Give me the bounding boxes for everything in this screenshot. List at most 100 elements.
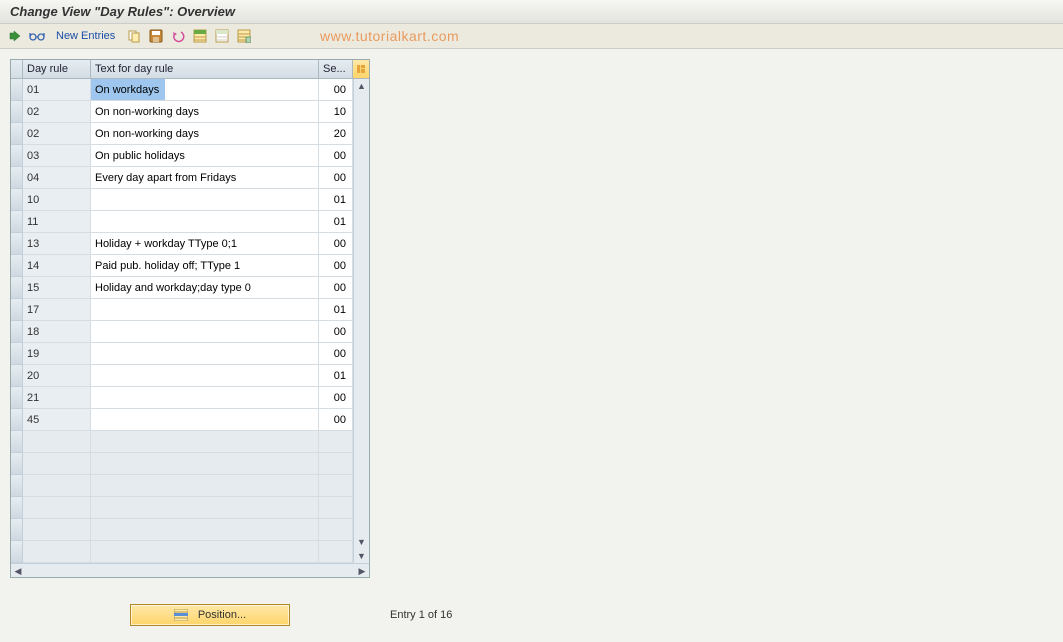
cell-day-rule[interactable] [23,475,91,497]
cell-se[interactable] [319,497,353,519]
col-header-day-rule[interactable]: Day rule [23,60,91,78]
print-icon[interactable] [235,27,253,45]
day-rule-input[interactable] [23,365,90,386]
cell-se[interactable] [319,123,353,145]
text-input[interactable] [91,299,318,320]
day-rule-input[interactable] [23,233,90,254]
text-input[interactable] [91,409,318,430]
cell-se[interactable] [319,541,353,563]
row-selector[interactable] [11,211,23,233]
row-selector[interactable] [11,475,23,497]
scroll-down-icon[interactable]: ▼ [354,535,369,549]
row-selector[interactable] [11,167,23,189]
cell-day-rule[interactable] [23,299,91,321]
text-input[interactable] [91,123,318,144]
row-selector[interactable] [11,189,23,211]
text-input[interactable] [91,167,318,188]
row-selector[interactable] [11,299,23,321]
col-header-text[interactable]: Text for day rule [91,60,319,78]
se-input[interactable] [319,299,352,320]
cell-day-rule[interactable] [23,277,91,299]
cell-se[interactable] [319,431,353,453]
day-rule-input[interactable] [23,387,90,408]
row-selector[interactable] [11,101,23,123]
text-input[interactable] [91,189,318,210]
cell-se[interactable] [319,409,353,431]
se-input[interactable] [319,167,352,188]
new-entries-button[interactable]: New Entries [56,30,115,42]
deselect-all-icon[interactable] [213,27,231,45]
glasses-icon[interactable] [28,27,46,45]
cell-se[interactable] [319,233,353,255]
text-input[interactable] [91,233,318,254]
cell-se[interactable] [319,453,353,475]
cell-se[interactable] [319,101,353,123]
cell-text[interactable] [91,343,319,365]
table-settings-icon[interactable] [353,60,369,78]
day-rule-input[interactable] [23,255,90,276]
cell-se[interactable] [319,387,353,409]
row-selector[interactable] [11,343,23,365]
cell-se[interactable] [319,475,353,497]
cell-se[interactable] [319,277,353,299]
cell-text[interactable] [91,497,319,519]
cell-text[interactable] [91,189,319,211]
cell-text[interactable] [91,431,319,453]
cell-se[interactable] [319,79,353,101]
cell-day-rule[interactable] [23,541,91,563]
se-input[interactable] [319,343,352,364]
day-rule-input[interactable] [23,123,90,144]
se-input[interactable] [319,123,352,144]
day-rule-input[interactable] [23,321,90,342]
cell-text[interactable] [91,321,319,343]
cell-text[interactable] [91,475,319,497]
row-selector[interactable] [11,277,23,299]
cell-text[interactable] [91,277,319,299]
scroll-up-icon[interactable]: ▲ [354,79,369,93]
se-input[interactable] [319,321,352,342]
text-input[interactable] [91,387,318,408]
cell-day-rule[interactable] [23,233,91,255]
undo-icon[interactable] [169,27,187,45]
text-input[interactable] [91,145,318,166]
text-input[interactable] [91,343,318,364]
cell-day-rule[interactable] [23,145,91,167]
select-all-icon[interactable] [191,27,209,45]
se-input[interactable] [319,211,352,232]
se-input[interactable] [319,233,352,254]
text-input[interactable] [91,321,318,342]
se-input[interactable] [319,387,352,408]
col-header-se[interactable]: Se... [319,60,353,78]
scroll-left-icon[interactable]: ◀ [11,564,25,578]
row-selector[interactable] [11,233,23,255]
se-input[interactable] [319,255,352,276]
cell-day-rule[interactable] [23,211,91,233]
se-input[interactable] [319,79,352,100]
se-input[interactable] [319,145,352,166]
text-input[interactable] [91,365,318,386]
cell-se[interactable] [319,321,353,343]
text-input[interactable] [91,211,318,232]
cell-se[interactable] [319,211,353,233]
cell-day-rule[interactable] [23,321,91,343]
cell-text[interactable] [91,541,319,563]
cell-se[interactable] [319,343,353,365]
se-input[interactable] [319,277,352,298]
row-selector[interactable] [11,409,23,431]
scroll-right-icon[interactable]: ▶ [355,564,369,578]
day-rule-input[interactable] [23,79,90,100]
cell-se[interactable] [319,519,353,541]
cell-day-rule[interactable] [23,431,91,453]
row-selector[interactable] [11,387,23,409]
day-rule-input[interactable] [23,299,90,320]
cell-se[interactable] [319,145,353,167]
day-rule-input[interactable] [23,145,90,166]
text-input[interactable] [91,79,318,100]
row-selector[interactable] [11,79,23,101]
cell-day-rule[interactable] [23,387,91,409]
row-selector[interactable] [11,123,23,145]
row-selector-header[interactable] [11,60,23,78]
vertical-scrollbar[interactable]: ▲ ▼ ▼ [353,79,369,563]
cell-day-rule[interactable] [23,255,91,277]
se-input[interactable] [319,365,352,386]
